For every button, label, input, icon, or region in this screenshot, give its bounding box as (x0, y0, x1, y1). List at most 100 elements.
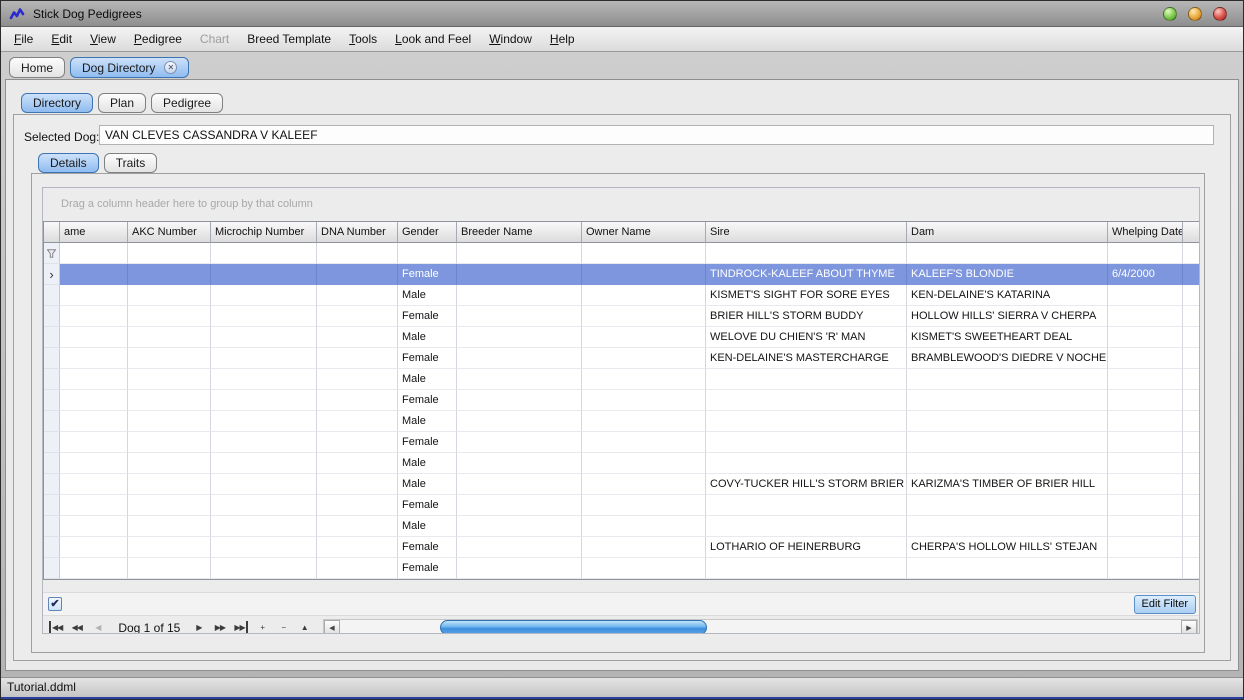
filter-cell-breeder[interactable] (457, 243, 582, 264)
table-row[interactable]: Female (44, 432, 1200, 453)
nav-next-button[interactable]: ▶ (192, 621, 205, 634)
cell-whelping: 6/4/2000 (1108, 264, 1183, 285)
filter-cell-gender[interactable] (398, 243, 457, 264)
cell-name (60, 285, 128, 306)
filter-cell-owner[interactable] (582, 243, 706, 264)
column-header-gender[interactable]: Gender (398, 222, 457, 243)
cell-filler (1183, 558, 1200, 579)
menu-breed-template[interactable]: Breed Template (238, 27, 340, 51)
column-header-whelping[interactable]: Whelping Date (1108, 222, 1183, 243)
table-row[interactable]: MaleKISMET'S SIGHT FOR SORE EYESKEN-DELA… (44, 285, 1200, 306)
column-header-name[interactable]: ame (60, 222, 128, 243)
column-header-microchip[interactable]: Microchip Number (211, 222, 317, 243)
tab-directory[interactable]: Directory (21, 93, 93, 113)
selected-dog-field[interactable]: VAN CLEVES CASSANDRA V KALEEF (99, 125, 1214, 145)
filter-cell-name[interactable] (60, 243, 128, 264)
table-row[interactable]: MaleCOVY-TUCKER HILL'S STORM BRIERKARIZM… (44, 474, 1200, 495)
nav-delete-button[interactable]: − (277, 621, 290, 634)
table-row[interactable]: Male (44, 516, 1200, 537)
table-row[interactable]: Female (44, 390, 1200, 411)
filter-checkbox[interactable]: ✔ (48, 597, 62, 611)
column-header-dna[interactable]: DNA Number (317, 222, 398, 243)
cell-akc (128, 432, 211, 453)
menu-window[interactable]: Window (480, 27, 541, 51)
scrollbar-track[interactable] (340, 620, 1181, 634)
cell-microchip (211, 516, 317, 537)
record-position: Dog 1 of 15 (118, 621, 180, 634)
filter-cell-sire[interactable] (706, 243, 907, 264)
menu-mnemonic: P (134, 32, 142, 46)
nav-prev-button[interactable]: ◀ (91, 621, 104, 634)
cell-whelping (1108, 474, 1183, 495)
cell-filler (1183, 264, 1200, 285)
maximize-button[interactable] (1188, 7, 1202, 21)
menu-view[interactable]: View (81, 27, 125, 51)
table-row[interactable]: Female (44, 495, 1200, 516)
cell-owner (582, 558, 706, 579)
column-header-sire[interactable]: Sire (706, 222, 907, 243)
cell-sire: LOTHARIO OF HEINERBURG (706, 537, 907, 558)
tab-traits[interactable]: Traits (104, 153, 158, 173)
menu-pedigree[interactable]: Pedigree (125, 27, 191, 51)
cell-microchip (211, 285, 317, 306)
menu-help[interactable]: Help (541, 27, 584, 51)
filter-row-indicator[interactable] (44, 243, 60, 264)
filter-cell-filler[interactable] (1183, 243, 1200, 264)
cell-name (60, 411, 128, 432)
filter-cell-microchip[interactable] (211, 243, 317, 264)
cell-name (60, 516, 128, 537)
tab-home[interactable]: Home (9, 57, 65, 78)
nav-prev-page-button[interactable]: ◀◀ (70, 621, 83, 634)
scroll-left-icon[interactable]: ◀ (324, 620, 340, 634)
scrollbar-thumb[interactable] (440, 620, 707, 634)
cell-sire (706, 411, 907, 432)
tab-plan[interactable]: Plan (98, 93, 146, 113)
nav-first-button[interactable]: ◀◀ (49, 621, 62, 634)
cell-whelping (1108, 432, 1183, 453)
column-header-breeder[interactable]: Breeder Name (457, 222, 582, 243)
column-header-owner[interactable]: Owner Name (582, 222, 706, 243)
cell-gender: Female (398, 306, 457, 327)
horizontal-scrollbar[interactable]: ◀ ▶ (323, 619, 1198, 634)
filter-cell-dna[interactable] (317, 243, 398, 264)
nav-last-button[interactable]: ▶▶ (234, 621, 247, 634)
tab-pedigree[interactable]: Pedigree (151, 93, 223, 113)
tab-details[interactable]: Details (38, 153, 99, 173)
nav-next-page-button[interactable]: ▶▶ (213, 621, 226, 634)
table-row[interactable]: FemaleLOTHARIO OF HEINERBURGCHERPA'S HOL… (44, 537, 1200, 558)
cell-name (60, 537, 128, 558)
table-row[interactable]: FemaleKEN-DELAINE'S MASTERCHARGEBRAMBLEW… (44, 348, 1200, 369)
filter-cell-dam[interactable] (907, 243, 1108, 264)
menu-look-and-feel[interactable]: Look and Feel (386, 27, 480, 51)
table-row[interactable]: ›FemaleTINDROCK-KALEEF ABOUT THYMEKALEEF… (44, 264, 1200, 285)
table-row[interactable]: FemaleBRIER HILL'S STORM BUDDYHOLLOW HIL… (44, 306, 1200, 327)
cell-filler (1183, 516, 1200, 537)
nav-add-button[interactable]: + (256, 621, 269, 634)
cell-owner (582, 369, 706, 390)
filter-cell-akc[interactable] (128, 243, 211, 264)
menu-edit[interactable]: Edit (42, 27, 81, 51)
table-row[interactable]: Male (44, 411, 1200, 432)
edit-filter-button[interactable]: Edit Filter (1134, 595, 1196, 614)
minimize-button[interactable] (1163, 7, 1177, 21)
filter-cell-whelping[interactable] (1108, 243, 1183, 264)
column-header-dam[interactable]: Dam (907, 222, 1108, 243)
cell-microchip (211, 306, 317, 327)
tab-close-icon[interactable]: ✕ (164, 61, 177, 74)
table-row[interactable]: Female (44, 558, 1200, 579)
scroll-right-icon[interactable]: ▶ (1181, 620, 1197, 634)
menu-chart[interactable]: Chart (191, 27, 238, 51)
close-button[interactable] (1213, 7, 1227, 21)
nav-edit-button[interactable]: ▲ (298, 621, 311, 634)
column-header-akc[interactable]: AKC Number (128, 222, 211, 243)
menu-file[interactable]: File (5, 27, 42, 51)
menu-mnemonic: E (51, 32, 59, 46)
cell-microchip (211, 369, 317, 390)
cell-dna (317, 453, 398, 474)
table-row[interactable]: Male (44, 369, 1200, 390)
column-header-filler[interactable] (1183, 222, 1200, 243)
table-row[interactable]: MaleWELOVE DU CHIEN'S 'R' MANKISMET'S SW… (44, 327, 1200, 348)
table-row[interactable]: Male (44, 453, 1200, 474)
menu-tools[interactable]: Tools (340, 27, 386, 51)
tab-dog-directory[interactable]: Dog Directory ✕ (70, 57, 189, 78)
